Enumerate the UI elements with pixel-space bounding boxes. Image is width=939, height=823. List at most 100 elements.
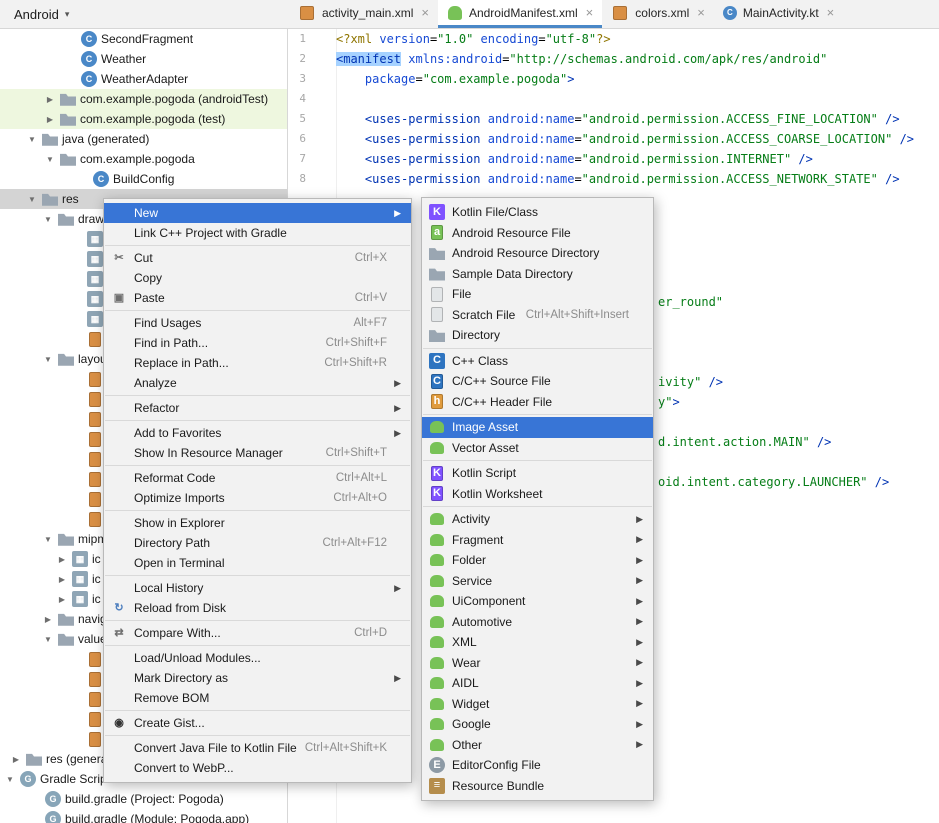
submenu-item[interactable]: Folder ▶ <box>422 550 653 571</box>
tree-item-icon <box>26 751 42 767</box>
chevron-down-icon: ▾ <box>65 9 70 20</box>
menu-item[interactable]: Replace in Path... Ctrl+Shift+R <box>104 353 411 373</box>
tree-item[interactable]: C BuildConfig <box>0 169 287 189</box>
tree-item[interactable]: G build.gradle (Project: Pogoda) <box>0 789 287 809</box>
menu-item[interactable]: Remove BOM <box>104 688 411 708</box>
tree-item-icon <box>89 392 101 407</box>
tree-item[interactable]: C WeatherAdapter <box>0 69 287 89</box>
submenu-item[interactable]: Activity ▶ <box>422 509 653 530</box>
submenu-item[interactable]: Directory <box>422 325 653 346</box>
menu-item[interactable]: Convert to WebP... <box>104 758 411 778</box>
menu-item[interactable]: Directory Path Ctrl+Alt+F12 <box>104 533 411 553</box>
expand-arrow-icon[interactable]: ▼ <box>44 155 56 164</box>
expand-arrow-icon[interactable]: ▶ <box>42 615 54 624</box>
expand-arrow-icon[interactable]: ▼ <box>42 215 54 224</box>
menu-item[interactable]: ↻ Reload from Disk <box>104 598 411 618</box>
menu-item[interactable]: Optimize Imports Ctrl+Alt+O <box>104 488 411 508</box>
tab-main-activity-kt[interactable]: C MainActivity.kt × <box>714 0 843 28</box>
submenu-arrow-icon: ▶ <box>635 678 643 689</box>
submenu-item[interactable]: Other ▶ <box>422 735 653 756</box>
submenu-item[interactable]: Widget ▶ <box>422 694 653 715</box>
submenu-item[interactable]: Android Resource Directory <box>422 243 653 264</box>
submenu-item[interactable]: AIDL ▶ <box>422 673 653 694</box>
submenu-item[interactable]: K Kotlin Worksheet <box>422 484 653 505</box>
tree-item[interactable]: ▼ com.example.pogoda <box>0 149 287 169</box>
submenu-item[interactable]: XML ▶ <box>422 632 653 653</box>
submenu-item[interactable]: K Kotlin Script <box>422 463 653 484</box>
menu-item-new[interactable]: New ▶ <box>104 203 411 223</box>
submenu-item-label: XML <box>452 635 477 649</box>
tree-item[interactable]: ▶ com.example.pogoda (test) <box>0 109 287 129</box>
submenu-item-image-asset[interactable]: Image Asset <box>422 417 653 438</box>
expand-arrow-icon[interactable]: ▼ <box>42 635 54 644</box>
menu-item[interactable]: Convert Java File to Kotlin File Ctrl+Al… <box>104 738 411 758</box>
tree-item[interactable]: C Weather <box>0 49 287 69</box>
menu-item[interactable]: Refactor ▶ <box>104 398 411 418</box>
menu-item-paste[interactable]: ▣ Paste Ctrl+V <box>104 288 411 308</box>
expand-arrow-icon[interactable]: ▶ <box>56 555 68 564</box>
submenu-item[interactable]: K Kotlin File/Class <box>422 202 653 223</box>
submenu-item[interactable]: Fragment ▶ <box>422 530 653 551</box>
menu-item[interactable]: Analyze ▶ <box>104 373 411 393</box>
expand-arrow-icon[interactable]: ▼ <box>4 775 16 784</box>
submenu-item[interactable]: ≡ Resource Bundle <box>422 776 653 797</box>
menu-item[interactable]: Find Usages Alt+F7 <box>104 313 411 333</box>
menu-item[interactable]: Open in Terminal <box>104 553 411 573</box>
tab-colors-xml[interactable]: colors.xml × <box>602 0 714 28</box>
project-view-selector[interactable]: Android ▾ <box>0 0 168 28</box>
tree-item[interactable]: G build.gradle (Module: Pogoda.app) <box>0 809 287 823</box>
menu-item[interactable]: Mark Directory as ▶ <box>104 668 411 688</box>
close-icon[interactable]: × <box>697 5 705 20</box>
menu-item-label: Link C++ Project with Gradle <box>134 226 287 240</box>
submenu-item[interactable]: Scratch File Ctrl+Alt+Shift+Insert <box>422 305 653 326</box>
expand-arrow-icon[interactable]: ▶ <box>56 575 68 584</box>
submenu-item-label: EditorConfig File <box>452 758 541 772</box>
submenu-item[interactable]: E EditorConfig File <box>422 755 653 776</box>
menu-item[interactable]: Find in Path... Ctrl+Shift+F <box>104 333 411 353</box>
expand-arrow-icon[interactable]: ▼ <box>42 355 54 364</box>
close-icon[interactable]: × <box>827 5 835 20</box>
submenu-item[interactable]: Service ▶ <box>422 571 653 592</box>
expand-arrow-icon[interactable]: ▼ <box>42 535 54 544</box>
close-icon[interactable]: × <box>586 5 594 20</box>
menu-item[interactable]: ◉ Create Gist... <box>104 713 411 733</box>
submenu-item[interactable]: Sample Data Directory <box>422 264 653 285</box>
menu-item[interactable]: Show in Explorer <box>104 513 411 533</box>
tree-item[interactable]: ▶ com.example.pogoda (androidTest) <box>0 89 287 109</box>
tab-android-manifest-xml[interactable]: AndroidManifest.xml × <box>438 0 602 28</box>
submenu-item[interactable]: Automotive ▶ <box>422 612 653 633</box>
close-icon[interactable]: × <box>421 5 429 20</box>
menu-item[interactable]: Add to Favorites ▶ <box>104 423 411 443</box>
menu-item[interactable]: Reformat Code Ctrl+Alt+L <box>104 468 411 488</box>
submenu-item-label: Activity <box>452 512 490 526</box>
tab-activity-main-xml[interactable]: activity_main.xml × <box>289 0 438 28</box>
menu-item-copy[interactable]: Copy <box>104 268 411 288</box>
tree-item[interactable]: C SecondFragment <box>0 29 287 49</box>
submenu-item[interactable]: C C++ Class <box>422 351 653 372</box>
submenu-item[interactable]: Wear ▶ <box>422 653 653 674</box>
menu-item[interactable]: Link C++ Project with Gradle <box>104 223 411 243</box>
submenu-item[interactable]: C C/C++ Source File <box>422 371 653 392</box>
submenu-item[interactable]: Google ▶ <box>422 714 653 735</box>
expand-arrow-icon[interactable]: ▶ <box>44 115 56 124</box>
expand-arrow-icon[interactable]: ▼ <box>26 195 38 204</box>
expand-arrow-icon[interactable]: ▶ <box>56 595 68 604</box>
shortcut-label: Alt+F7 <box>353 317 387 329</box>
tool-window-toolbar <box>168 0 287 28</box>
tree-item-icon <box>89 332 101 347</box>
submenu-item[interactable]: File <box>422 284 653 305</box>
expand-arrow-icon[interactable]: ▶ <box>10 755 22 764</box>
submenu-item[interactable]: h C/C++ Header File <box>422 392 653 413</box>
expand-arrow-icon[interactable]: ▶ <box>44 95 56 104</box>
expand-arrow-icon[interactable]: ▼ <box>26 135 38 144</box>
menu-item-cut[interactable]: ✂ Cut Ctrl+X <box>104 248 411 268</box>
menu-item[interactable]: ⇄ Compare With... Ctrl+D <box>104 623 411 643</box>
submenu-item[interactable]: UiComponent ▶ <box>422 591 653 612</box>
submenu-item[interactable]: a Android Resource File <box>422 223 653 244</box>
menu-item[interactable]: Show In Resource Manager Ctrl+Shift+T <box>104 443 411 463</box>
code-line: 2<manifest xmlns:android="http://schemas… <box>288 49 939 69</box>
menu-item[interactable]: Local History ▶ <box>104 578 411 598</box>
tree-item[interactable]: ▼ java (generated) <box>0 129 287 149</box>
menu-item[interactable]: Load/Unload Modules... <box>104 648 411 668</box>
submenu-item[interactable]: Vector Asset <box>422 438 653 459</box>
